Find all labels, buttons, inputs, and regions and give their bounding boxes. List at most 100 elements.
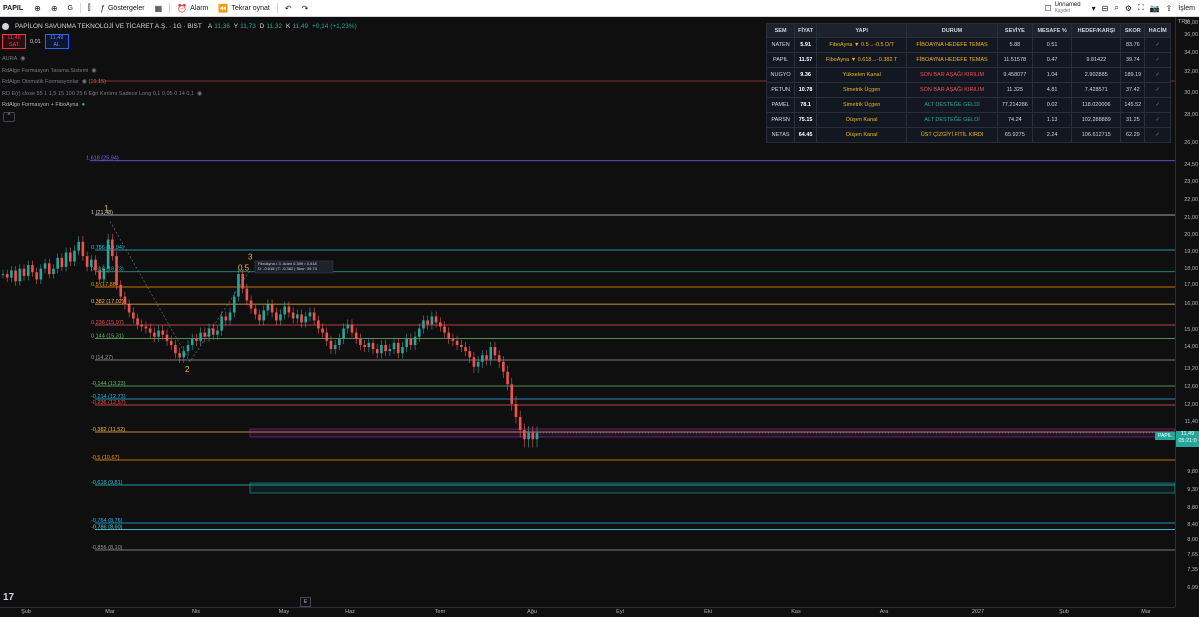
buy-button[interactable]: 11,49 AL: [44, 34, 69, 49]
time-tick-label: Şub: [1059, 609, 1069, 615]
candle-body: [81, 241, 85, 257]
eye-icon[interactable]: ◉: [20, 56, 25, 62]
candle-body: [447, 332, 451, 339]
candle-body: [363, 344, 366, 348]
candle-body: [35, 272, 38, 280]
table-row[interactable]: PAMEL 78.1 Simetrik Üçgen ALT DESTEĞE GELDİ…: [765, 97, 1171, 113]
table-row[interactable]: PETUN 10.78 Simetrik Üçgen SON BAR AŞAĞI KI…: [765, 82, 1171, 98]
table-cell: 37.42: [1120, 82, 1146, 98]
table-cell: 64.45: [794, 127, 818, 143]
candle-body: [64, 252, 68, 267]
price-axis[interactable]: TRY 38,00 36,00 34,00 32,00 30,00 28,00 26,00 2…: [1175, 17, 1199, 607]
indicator-name: RdAlgo Otomatik Formasyonlar: [2, 79, 79, 85]
eye-icon[interactable]: ◉: [197, 91, 202, 97]
publish-icon[interactable]: ⇪: [1166, 4, 1173, 13]
table-cell: 74.24: [996, 112, 1033, 128]
fib-level-label: -0.764 (8,76): [91, 518, 123, 524]
indicator-value: (16,15): [88, 79, 106, 85]
layout-dropdown-icon[interactable]: ▾: [1092, 4, 1096, 13]
redo-button[interactable]: ↷: [297, 4, 314, 13]
eye-icon[interactable]: ◉: [91, 68, 96, 74]
candle-body: [325, 332, 329, 341]
trade-button[interactable]: İşlem: [1178, 5, 1195, 12]
tradingview-logo[interactable]: 17: [3, 592, 14, 603]
search-icon[interactable]: ⌕: [1114, 3, 1118, 13]
layout-status: Kaydet: [1054, 8, 1071, 14]
candle-body: [228, 312, 232, 321]
chart-type-button[interactable]: ⫿: [83, 3, 96, 13]
table-header-cell: HACİM: [1144, 23, 1171, 38]
replay-button[interactable]: ⏪ Tekrar oynat: [213, 4, 275, 13]
candle-body: [350, 324, 354, 333]
indicator-row-tarama[interactable]: RdAlgo Formasyon Tarama Sistemi ◉: [2, 66, 202, 78]
indicator-row-fiboayna[interactable]: RdAlgo Formasyon + FiboAyna ●: [2, 100, 202, 112]
candle-body: [253, 308, 257, 315]
collapse-legend-button[interactable]: ^: [3, 112, 15, 122]
rewind-icon: ⏪: [218, 3, 229, 13]
candle-body: [413, 336, 417, 345]
table-cell: Düşen Kanal: [816, 127, 908, 143]
candle-body: [489, 347, 493, 360]
undo-button[interactable]: ↶: [280, 4, 297, 13]
candle-body: [401, 347, 404, 354]
table-header-cell: YAPI: [816, 23, 908, 38]
candle-body: [493, 347, 497, 356]
candle-body: [443, 326, 446, 333]
table-cell: 83.76: [1120, 37, 1146, 53]
table-cell: NATEN: [765, 37, 796, 53]
candle-body: [308, 312, 312, 317]
candle-body: [451, 338, 455, 341]
indicators-button[interactable]: ƒ Göstergeler: [96, 4, 150, 13]
table-cell: PAMEL: [765, 97, 796, 113]
candle-body: [380, 344, 383, 354]
quick-trade: 11,48 SAT 0,01 11,49 AL: [2, 34, 69, 49]
table-header-cell: FİYAT: [794, 23, 818, 38]
candle-body: [174, 344, 177, 354]
candle-body: [1, 274, 5, 275]
time-tick-label: Mar: [105, 609, 115, 615]
table-row[interactable]: PAPIL 11.57 FiboAyna ▼ 0.618→-0.382 T FİBOA…: [765, 52, 1171, 68]
candle-body: [531, 432, 535, 440]
price-tick-label: 22,00: [1184, 197, 1198, 203]
wave-label-3: 3: [248, 253, 253, 262]
candle-body: [106, 239, 110, 269]
table-cell: 11.51578: [996, 52, 1033, 68]
table-cell: 9.458077: [996, 67, 1033, 83]
add-symbol-button[interactable]: ⊕: [46, 4, 63, 13]
target-zone-upper: [249, 428, 1175, 438]
fib-level-label: 0.5 (17,88): [91, 282, 118, 288]
fib-level-label: -0.144 (13,23): [91, 381, 126, 387]
table-row[interactable]: NETAS 64.45 Düşen Kanal ÜST ÇİZGİYİ FİTİL K…: [765, 127, 1171, 143]
candle-body: [140, 324, 144, 327]
symbol-search[interactable]: PAPIL: [0, 5, 29, 12]
symbol-title[interactable]: PAPİLON SAVUNMA TEKNOLOJİ VE TİCARET A.Ş…: [15, 23, 202, 30]
indicator-row-otomatik[interactable]: RdAlgo Otomatik Formasyonlar ◉ (16,15): [2, 77, 202, 89]
candle-body: [510, 384, 514, 404]
fib-level-label: -0.5 (10,67): [91, 455, 120, 461]
templates-button[interactable]: ▦: [150, 4, 168, 13]
compare-button[interactable]: ⊕: [29, 4, 46, 13]
time-tick-label: Tem: [434, 609, 446, 615]
candle-body: [258, 314, 261, 321]
sell-button[interactable]: 11,48 SAT: [2, 34, 26, 49]
layout-button[interactable]: ☐ Unnamed Kaydet: [1039, 2, 1085, 14]
interval-button[interactable]: G: [63, 5, 78, 12]
settings-icon[interactable]: ⚙: [1125, 4, 1132, 13]
split-layout-icon[interactable]: ⊟: [1102, 4, 1109, 13]
camera-icon[interactable]: 📷: [1150, 4, 1160, 13]
eye-icon[interactable]: ◉: [82, 79, 87, 85]
fullscreen-icon[interactable]: ⛶: [1138, 3, 1144, 13]
go-to-date-button[interactable]: E: [300, 597, 311, 607]
sell-label: SAT: [8, 42, 20, 48]
table-row[interactable]: NUGYO 9.36 Yükselen Kanal SON BAR AŞAĞI KIR…: [765, 67, 1171, 83]
alarm-button[interactable]: ⏰ Alarm: [172, 4, 213, 13]
table-cell: FİBOAYNA HEDEFE TEMAS: [906, 52, 998, 68]
symbol-price-tag: PAPIL: [1155, 432, 1175, 440]
table-row[interactable]: PARSN 75.15 Düşen Kanal ALT DESTEĞE GELDİ 74…: [765, 112, 1171, 128]
indicator-row-rd-egri[interactable]: RD E(r) close 55 1 1,5 15 100 25 6 Eğri …: [2, 89, 202, 101]
table-row[interactable]: NATEN 5.91 FiboAyna ▼ 0.5→-0.5 D/T FİBOAYNA…: [765, 37, 1171, 53]
price-tick-label: 28,00: [1184, 112, 1198, 118]
candle-body: [199, 332, 202, 341]
indicator-row-aura[interactable]: AURA ◉: [2, 54, 202, 66]
candle-body: [68, 252, 72, 262]
